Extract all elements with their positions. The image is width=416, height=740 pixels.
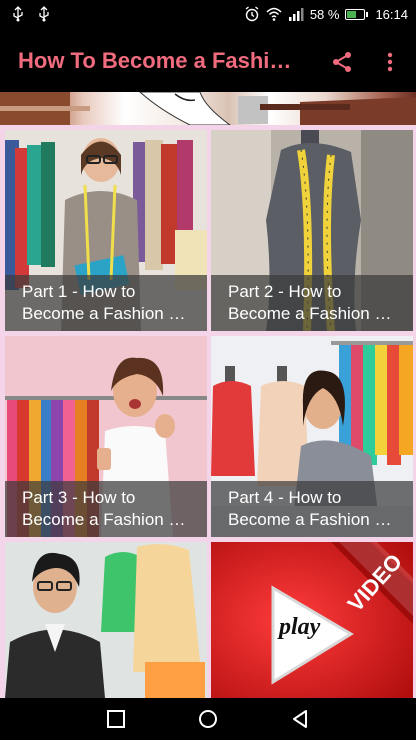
- more-options-button[interactable]: [374, 46, 406, 78]
- wifi-icon: [266, 7, 282, 21]
- episode-tile-part-4[interactable]: Part 4 - How to Become a Fashion Designe…: [211, 336, 413, 537]
- usb-icon: [13, 6, 23, 22]
- tile-caption: Part 4 - How to Become a Fashion Designe…: [211, 481, 413, 537]
- navigation-bar: [0, 698, 416, 740]
- tile-caption: Part 3 - How to Become a Fashion Designe…: [5, 481, 207, 537]
- tile-caption-line-1: Part 4 - How to: [228, 488, 342, 507]
- tile-caption-line-1: Part 1 - How to: [22, 282, 136, 301]
- home-icon[interactable]: [197, 708, 219, 730]
- header-banner-image: [0, 92, 416, 125]
- episode-tile-part-5[interactable]: [5, 542, 207, 698]
- episode-tile-part-2[interactable]: Part 2 - How to Become a Fashion Designe…: [211, 130, 413, 331]
- episode-tile-part-3[interactable]: Part 3 - How to Become a Fashion Designe…: [5, 336, 207, 537]
- tile-caption: Part 2 - How to Become a Fashion Designe…: [211, 275, 413, 331]
- tile-caption-line-2: Become a Fashion Designer: [228, 304, 399, 323]
- signal-icon: [288, 8, 304, 21]
- alarm-icon: [245, 6, 259, 22]
- video-tile[interactable]: VIDEO play: [211, 542, 413, 698]
- play-label: play: [279, 614, 321, 640]
- more-vert-icon: [387, 52, 393, 72]
- tile-caption: Part 1 - How to Become a Fashion Designe…: [5, 275, 207, 331]
- status-bar: 58 % 16:14: [0, 0, 416, 30]
- usb-icon: [39, 6, 49, 22]
- tile-caption-line-1: Part 2 - How to: [228, 282, 342, 301]
- back-icon[interactable]: [289, 708, 311, 730]
- tile-caption-line-1: Part 3 - How to: [22, 488, 136, 507]
- episode-tile-part-1[interactable]: Part 1 - How to Become a Fashion Designe…: [5, 130, 207, 331]
- battery-level-fill: [347, 10, 357, 18]
- tile-caption-line-2: Become a Fashion Designer: [22, 304, 193, 323]
- tile-thumbnail-image: [5, 542, 207, 698]
- app-bar: How To Become a Fashion Designer: [0, 30, 416, 92]
- recent-apps-icon[interactable]: [105, 708, 127, 730]
- share-button[interactable]: [326, 46, 358, 78]
- tile-caption-line-2: Become a Fashion Designer: [22, 510, 193, 529]
- battery-percent: 58 %: [309, 6, 340, 22]
- episode-grid: Part 1 - How to Become a Fashion Designe…: [0, 125, 416, 698]
- app-title: How To Become a Fashion Designer: [18, 48, 303, 73]
- clock: 16:14: [375, 6, 408, 22]
- tile-caption-line-2: Become a Fashion Designer: [228, 510, 399, 529]
- battery-icon: [345, 8, 369, 20]
- share-icon: [333, 52, 351, 72]
